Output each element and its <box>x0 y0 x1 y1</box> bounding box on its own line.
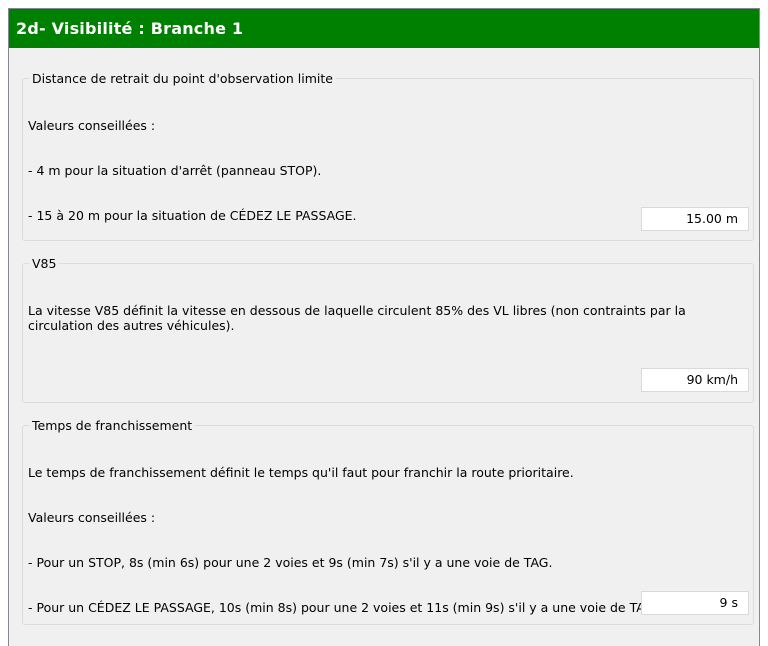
crossing-time-input[interactable]: 9 s <box>641 591 749 615</box>
crossing-time-group: Temps de franchissement Le temps de fran… <box>22 418 754 625</box>
retreat-distance-legend: Distance de retrait du point d'observati… <box>29 71 336 86</box>
title-bar: 2d- Visibilité : Branche 1 <box>9 9 759 48</box>
retreat-distance-group: Distance de retrait du point d'observati… <box>22 71 754 241</box>
v85-legend: V85 <box>29 256 60 271</box>
visibility-dialog: 2d- Visibilité : Branche 1 Distance de r… <box>8 8 760 646</box>
description-line: - Pour un STOP, 8s (min 6s) pour une 2 v… <box>28 555 553 570</box>
v85-group: V85 La vitesse V85 définit la vitesse en… <box>22 256 754 403</box>
description-line: La vitesse V85 définit la vitesse en des… <box>28 303 686 333</box>
v85-input[interactable]: 90 km/h <box>641 368 749 392</box>
retreat-distance-input[interactable]: 15.00 m <box>641 207 749 231</box>
description-line: Le temps de franchissement définit le te… <box>28 465 574 480</box>
dialog-title: 2d- Visibilité : Branche 1 <box>16 19 244 38</box>
description-line: - 15 à 20 m pour la situation de CÉDEZ L… <box>28 208 357 223</box>
v85-description: La vitesse V85 définit la vitesse en des… <box>28 273 740 363</box>
retreat-distance-description: Valeurs conseillées : - 4 m pour la situ… <box>28 88 740 253</box>
description-line: Valeurs conseillées : <box>28 118 156 133</box>
crossing-time-description: Le temps de franchissement définit le te… <box>28 435 740 645</box>
description-line: - Pour un CÉDEZ LE PASSAGE, 10s (min 8s)… <box>28 600 659 615</box>
crossing-time-legend: Temps de franchissement <box>29 418 196 433</box>
description-line: - 4 m pour la situation d'arrêt (panneau… <box>28 163 322 178</box>
description-line: Valeurs conseillées : <box>28 510 156 525</box>
